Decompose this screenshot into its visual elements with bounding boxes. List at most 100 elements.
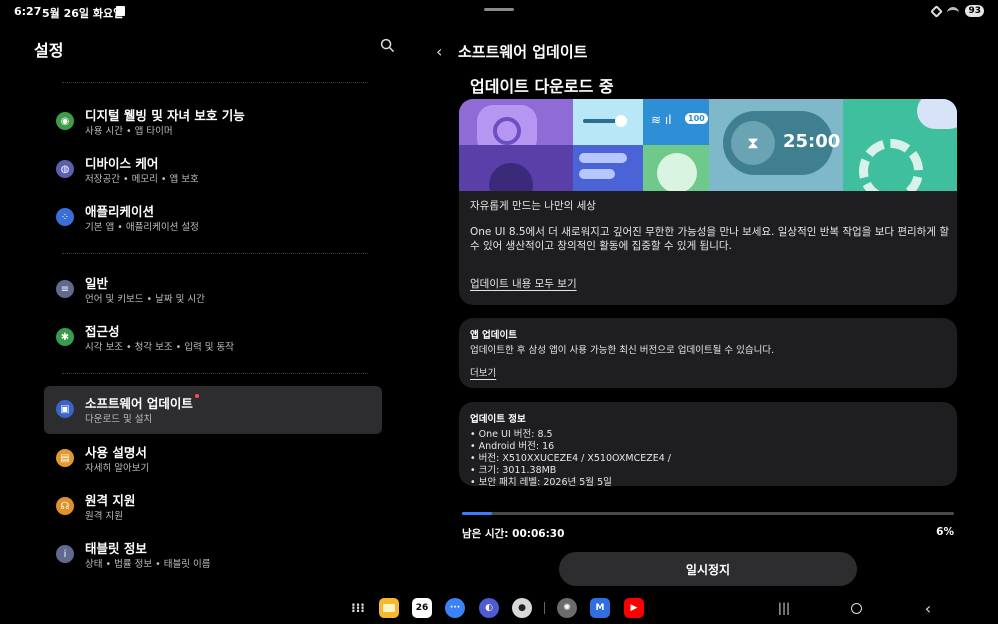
update-info-card: 업데이트 정보 • One UI 버전: 8.5 • Android 버전: 1… (459, 402, 957, 486)
settings-pane: 설정 ◉ 디지털 웰빙 및 자녀 보호 기능 사용 시간 • 앱 타이머 ◍ 디… (0, 24, 410, 594)
banner-tile (843, 99, 957, 191)
banner-tile (573, 145, 643, 191)
wifi-icon (947, 6, 960, 16)
manual-icon: ▤ (56, 449, 74, 467)
item-title: 소프트웨어 업데이트 (85, 393, 199, 412)
info-line: • 버전: X510XXUCEZE4 / X510OXMCEZE4 / (470, 453, 671, 464)
item-subtitle: 상태 • 법률 정보 • 태블릿 이름 (85, 559, 211, 570)
item-subtitle: 기본 앱 • 애플리케이션 설정 (85, 222, 199, 233)
item-subtitle: 사용 시간 • 앱 타이머 (85, 126, 173, 137)
wifi-badge: 100 (685, 113, 708, 124)
back-nav-icon[interactable]: ‹ (920, 599, 936, 618)
calendar-icon[interactable]: 26 (412, 598, 432, 618)
banner-tile: ≋ ıl 100 (643, 99, 709, 145)
view-all-updates-link[interactable]: 업데이트 내용 모두 보기 (470, 277, 577, 291)
internet-icon[interactable]: ◐ (479, 598, 499, 618)
item-title: 원격 지원 (85, 493, 136, 508)
search-icon[interactable] (380, 38, 395, 53)
mute-icon (930, 4, 944, 18)
settings-item-digital-wellbeing[interactable]: ◉ 디지털 웰빙 및 자녀 보호 기능 사용 시간 • 앱 타이머 (44, 98, 382, 146)
pause-button[interactable]: 일시정지 (559, 552, 857, 586)
settings-item-accessibility[interactable]: ✱ 접근성 시각 보조 • 청각 보조 • 입력 및 동작 (44, 314, 382, 362)
page-title: 설정 (34, 41, 64, 60)
recent-apps-icon[interactable]: ||| (776, 600, 792, 616)
item-title: 일반 (85, 276, 109, 291)
feature-card: ≋ ıl 100 ⧗ 25:00 자유롭게 만드는 나만의 세상 One UI … (459, 99, 957, 305)
settings-item-software-update[interactable]: ▣ 소프트웨어 업데이트 다운로드 및 설치 (44, 386, 382, 434)
battery-icon: 93 (965, 5, 984, 17)
status-time: 6:27 (14, 5, 42, 18)
digital-wellbeing-icon: ◉ (56, 112, 74, 130)
item-title: 애플리케이션 (85, 204, 155, 219)
download-progress-bar (462, 512, 954, 515)
item-title: 디바이스 케어 (85, 156, 159, 171)
apps-icon: ⁘ (56, 208, 74, 226)
messages-icon[interactable]: ··· (445, 598, 465, 618)
new-badge-dot (194, 394, 199, 398)
accessibility-icon: ✱ (56, 328, 74, 346)
settings-item-tablet-info[interactable]: i 태블릿 정보 상태 • 법률 정보 • 태블릿 이름 (44, 531, 382, 579)
tablet-info-icon: i (56, 545, 74, 563)
item-subtitle: 언어 및 키보드 • 날짜 및 시간 (85, 294, 205, 305)
item-subtitle: 다운로드 및 설치 (85, 414, 153, 425)
detail-title: 소프트웨어 업데이트 (458, 43, 588, 61)
app-update-description: 업데이트한 후 삼성 앱이 사용 가능한 최신 버전으로 업데이트될 수 있습니… (470, 345, 775, 356)
info-line: • Android 버전: 16 (470, 441, 555, 452)
item-title: 태블릿 정보 (85, 541, 147, 556)
status-date: 5월 26일 화요일 (42, 7, 124, 20)
item-title: 사용 설명서 (85, 445, 147, 460)
update-info-title: 업데이트 정보 (470, 414, 526, 425)
taskbar: ⁝⁝⁝ 26 ··· ◐ ● ✺ M ▶ ||| ‹ (0, 594, 998, 624)
feature-headline: 자유롭게 만드는 나만의 세상 (470, 200, 596, 212)
divider (62, 253, 368, 254)
banner-tile: ⧗ 25:00 (709, 99, 843, 191)
info-line: • One UI 버전: 8.5 (470, 429, 553, 440)
item-subtitle: 저장공간 • 메모리 • 앱 보호 (85, 174, 199, 185)
time-remaining: 남은 시간: 00:06:30 (462, 528, 565, 540)
item-subtitle: 시각 보조 • 청각 보조 • 입력 및 동작 (85, 342, 234, 353)
split-view-handle[interactable] (484, 8, 514, 11)
info-line: • 보안 패치 레벨: 2026년 5월 5일 (470, 477, 612, 486)
banner-tile (573, 99, 643, 145)
banner-tile (459, 145, 573, 191)
settings-item-general[interactable]: ≡ 일반 언어 및 키보드 • 날짜 및 시간 (44, 266, 382, 314)
taskbar-divider (544, 602, 545, 614)
download-status-title: 업데이트 다운로드 중 (470, 77, 614, 96)
status-indicators: 93 (930, 4, 984, 18)
item-subtitle: 자세히 알아보기 (85, 463, 150, 474)
feature-description: One UI 8.5에서 더 새로워지고 깊어진 무한한 가능성을 만나 보세요… (470, 226, 950, 252)
item-title: 디지털 웰빙 및 자녀 보호 기능 (85, 108, 245, 123)
mail-icon[interactable]: M (590, 598, 610, 618)
settings-item-apps[interactable]: ⁘ 애플리케이션 기본 앱 • 애플리케이션 설정 (44, 194, 382, 242)
software-update-pane: ‹ 소프트웨어 업데이트 업데이트 다운로드 중 ≋ ıl 100 ⧗ 25:0… (420, 24, 998, 594)
item-title: 접근성 (85, 324, 120, 339)
remote-support-icon: ☊ (56, 497, 74, 515)
note-notification-icon (116, 6, 125, 16)
settings-item-remote-support[interactable]: ☊ 원격 지원 원격 지원 (44, 483, 382, 531)
info-line: • 크기: 3011.38MB (470, 465, 557, 476)
progress-percent: 6% (936, 526, 954, 538)
banner-tile (643, 145, 709, 191)
device-care-icon: ◍ (56, 160, 74, 178)
general-icon: ≡ (56, 280, 74, 298)
youtube-icon[interactable]: ▶ (624, 598, 644, 618)
update-info-list: • One UI 버전: 8.5 • Android 버전: 16 • 버전: … (470, 429, 671, 486)
status-bar: 6:27 5월 26일 화요일 93 (0, 0, 998, 24)
app-drawer-icon[interactable]: ⁝⁝⁝ (348, 598, 368, 618)
home-icon[interactable] (848, 600, 864, 616)
more-link[interactable]: 더보기 (470, 368, 496, 380)
camera-icon[interactable]: ● (512, 598, 532, 618)
software-update-icon: ▣ (56, 400, 74, 418)
app-update-card: 앱 업데이트 업데이트한 후 삼성 앱이 사용 가능한 최신 버전으로 업데이트… (459, 318, 957, 388)
settings-item-user-manual[interactable]: ▤ 사용 설명서 자세히 알아보기 (44, 435, 382, 483)
settings-item-device-care[interactable]: ◍ 디바이스 케어 저장공간 • 메모리 • 앱 보호 (44, 146, 382, 194)
divider (62, 373, 368, 374)
settings-icon[interactable]: ✺ (557, 598, 577, 618)
my-files-icon[interactable] (379, 598, 399, 618)
back-arrow-icon[interactable]: ‹ (436, 42, 442, 61)
download-progress-fill (462, 512, 492, 515)
divider (62, 82, 368, 83)
item-subtitle: 원격 지원 (85, 511, 123, 522)
feature-banner-image: ≋ ıl 100 ⧗ 25:00 (459, 99, 957, 191)
app-update-title: 앱 업데이트 (470, 330, 518, 341)
